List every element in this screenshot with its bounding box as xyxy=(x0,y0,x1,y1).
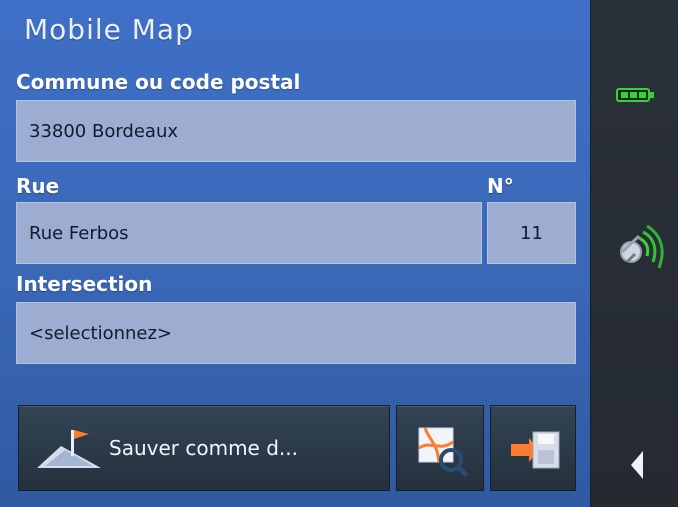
gps-signal-icon xyxy=(620,224,664,269)
save-button[interactable] xyxy=(490,405,576,491)
page-title: Mobile Map xyxy=(24,13,194,46)
map-search-icon xyxy=(418,427,468,477)
save-as-button[interactable]: Sauver comme d... xyxy=(18,405,390,491)
intersection-field-value: <selectionnez> xyxy=(29,322,172,344)
app-window: Mobile Map Commune ou code postal 33800 … xyxy=(0,0,678,507)
battery-icon xyxy=(616,88,654,102)
back-button[interactable] xyxy=(625,448,649,482)
route-flag-icon xyxy=(37,430,101,468)
map-search-button[interactable] xyxy=(396,405,484,491)
numero-field[interactable]: 11 xyxy=(487,202,576,264)
commune-label: Commune ou code postal xyxy=(16,70,301,94)
intersection-label: Intersection xyxy=(16,272,153,296)
back-arrow-icon xyxy=(631,451,643,479)
right-sidebar xyxy=(590,0,678,507)
commune-field[interactable]: 33800 Bordeaux xyxy=(16,100,576,162)
rue-field-value: Rue Ferbos xyxy=(29,222,129,244)
rue-label: Rue xyxy=(16,174,60,198)
main-panel: Mobile Map Commune ou code postal 33800 … xyxy=(0,0,590,507)
save-icon xyxy=(511,431,560,469)
rue-field[interactable]: Rue Ferbos xyxy=(16,202,482,264)
numero-label: N° xyxy=(487,174,514,198)
intersection-field[interactable]: <selectionnez> xyxy=(16,302,576,364)
save-as-button-label: Sauver comme d... xyxy=(109,436,298,460)
commune-field-value: 33800 Bordeaux xyxy=(29,120,179,142)
numero-field-value: 11 xyxy=(520,222,543,244)
